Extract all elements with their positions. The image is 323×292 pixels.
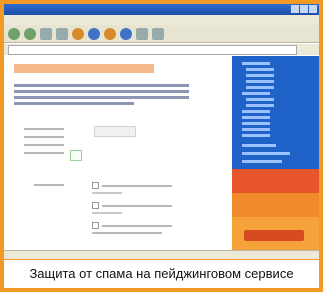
minimize-button[interactable] — [291, 5, 299, 13]
text-line — [14, 102, 134, 105]
sidebar-promo-block — [232, 193, 319, 217]
checkbox[interactable] — [92, 222, 99, 229]
option-row[interactable] — [92, 232, 162, 234]
status-bar — [4, 250, 319, 259]
favorites-icon[interactable] — [104, 27, 116, 40]
text-line — [14, 84, 189, 87]
option-row[interactable] — [92, 182, 172, 189]
caption-frame: Защита от спама на пейджинговом сервисе — [0, 0, 323, 292]
sidebar-item[interactable] — [242, 116, 270, 119]
mail-icon[interactable] — [136, 27, 148, 40]
form-label — [24, 152, 64, 154]
checkbox[interactable] — [92, 202, 99, 209]
text-line — [14, 96, 189, 99]
forward-icon[interactable] — [24, 27, 36, 40]
refresh-icon[interactable] — [56, 27, 68, 40]
sidebar-item[interactable] — [242, 134, 270, 137]
sidebar-item[interactable] — [242, 160, 282, 163]
option-text — [102, 184, 172, 187]
option-text — [102, 224, 172, 227]
option-row[interactable] — [92, 192, 122, 194]
sidebar-item[interactable] — [242, 152, 290, 155]
option-row[interactable] — [92, 222, 172, 229]
option-text — [92, 192, 122, 194]
sidebar-item[interactable] — [246, 86, 274, 89]
sidebar-item[interactable] — [246, 68, 274, 71]
option-text — [102, 204, 172, 207]
form-input[interactable] — [70, 150, 82, 161]
page-heading-banner — [14, 64, 154, 73]
stop-icon[interactable] — [40, 27, 52, 40]
option-row[interactable] — [92, 202, 172, 209]
close-button[interactable] — [309, 5, 317, 13]
page-content — [4, 56, 232, 250]
form-label — [24, 128, 64, 130]
checkbox[interactable] — [92, 182, 99, 189]
browser-toolbar — [4, 25, 319, 43]
form-label — [24, 136, 64, 138]
window-titlebar — [4, 4, 319, 15]
search-icon[interactable] — [88, 27, 100, 40]
sidebar-item[interactable] — [242, 62, 270, 65]
sidebar-item[interactable] — [242, 128, 270, 131]
maximize-button[interactable] — [300, 5, 308, 13]
option-text — [92, 232, 162, 234]
sidebar-item[interactable] — [246, 74, 274, 77]
option-text — [92, 212, 122, 214]
sidebar-promo-block — [232, 169, 319, 193]
form-input[interactable] — [94, 126, 136, 137]
back-icon[interactable] — [8, 27, 20, 40]
menu-bar — [4, 15, 319, 25]
sidebar — [232, 56, 319, 250]
sidebar-item[interactable] — [242, 144, 276, 147]
sidebar-item[interactable] — [242, 92, 270, 95]
home-icon[interactable] — [72, 27, 84, 40]
sidebar-item[interactable] — [242, 110, 270, 113]
text-line — [14, 90, 189, 93]
caption-text: Защита от спама на пейджинговом сервисе — [4, 260, 319, 288]
sidebar-item[interactable] — [246, 104, 274, 107]
sidebar-item[interactable] — [242, 122, 270, 125]
option-row[interactable] — [92, 212, 122, 214]
form-label — [24, 144, 64, 146]
print-icon[interactable] — [152, 27, 164, 40]
history-icon[interactable] — [120, 27, 132, 40]
url-input[interactable] — [8, 44, 297, 55]
address-bar — [4, 44, 319, 55]
form-label — [34, 184, 64, 186]
sidebar-action-button[interactable] — [244, 230, 304, 241]
sidebar-item[interactable] — [246, 98, 274, 101]
browser-screenshot — [4, 4, 319, 259]
sidebar-item[interactable] — [246, 80, 274, 83]
window-buttons — [291, 5, 317, 13]
